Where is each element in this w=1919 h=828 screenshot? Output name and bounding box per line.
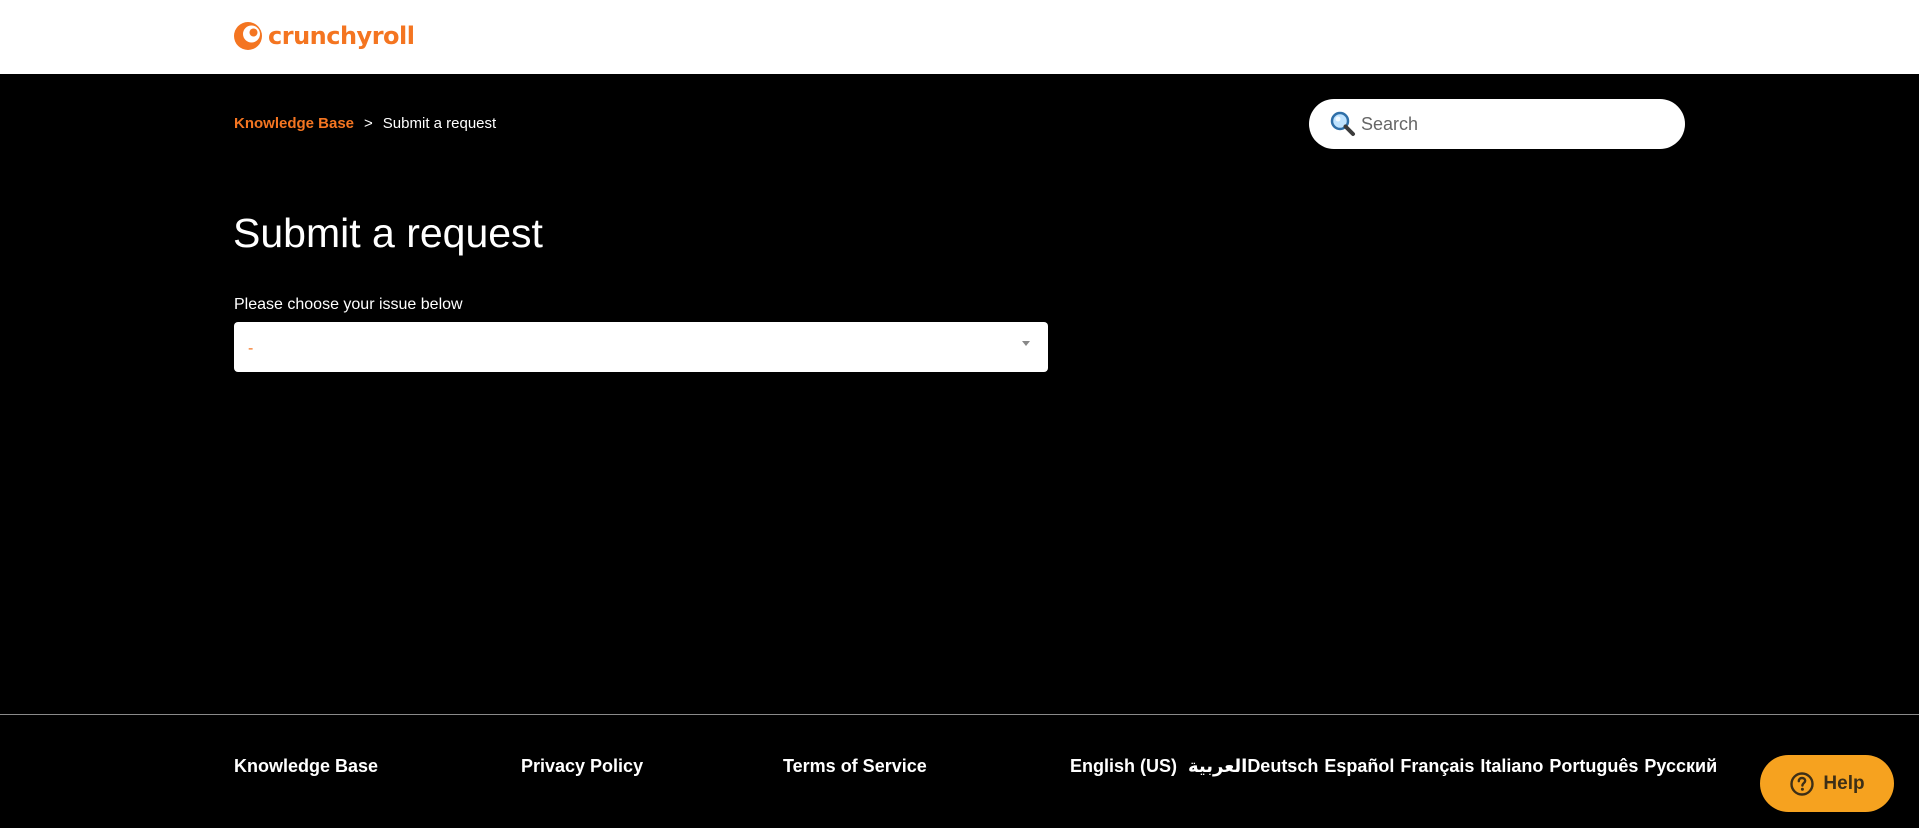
question-circle-icon	[1790, 771, 1815, 796]
breadcrumb: Knowledge Base > Submit a request	[234, 115, 496, 132]
footer-privacy-policy-link[interactable]: Privacy Policy	[521, 756, 643, 777]
footer-knowledge-base-link[interactable]: Knowledge Base	[234, 756, 378, 777]
language-russian[interactable]: Русский	[1644, 756, 1717, 777]
site-header: crunchyroll	[0, 0, 1919, 74]
help-button[interactable]: Help	[1760, 755, 1894, 812]
footer-divider	[0, 714, 1919, 715]
breadcrumb-current: Submit a request	[382, 115, 497, 132]
search-icon	[1330, 111, 1355, 136]
footer-terms-of-service-link[interactable]: Terms of Service	[783, 756, 927, 777]
search-input[interactable]	[1359, 112, 1659, 136]
breadcrumb-separator: >	[364, 115, 373, 132]
help-button-label: Help	[1823, 772, 1865, 794]
language-portuguese[interactable]: Português	[1549, 756, 1638, 777]
issue-select[interactable]: -	[234, 322, 1048, 372]
breadcrumb-knowledge-base-link[interactable]: Knowledge Base	[234, 115, 354, 132]
language-selector: English (US) العربية Deutsch Español Fra…	[1070, 756, 1717, 777]
language-spanish[interactable]: Español	[1324, 756, 1394, 777]
crunchyroll-logo[interactable]: crunchyroll	[233, 20, 415, 52]
chevron-down-icon	[1022, 341, 1030, 346]
issue-select-value: -	[248, 340, 254, 357]
crunchyroll-logo-icon	[234, 22, 262, 50]
logo-wordmark: crunchyroll	[268, 22, 415, 50]
language-german[interactable]: Deutsch	[1247, 756, 1318, 777]
issue-select-label: Please choose your issue below	[234, 296, 463, 313]
search-box[interactable]	[1309, 99, 1685, 149]
language-french[interactable]: Français	[1400, 756, 1474, 777]
page-title: Submit a request	[233, 210, 543, 256]
language-arabic[interactable]: العربية	[1188, 756, 1247, 777]
language-english[interactable]: English (US)	[1070, 756, 1177, 777]
language-italian[interactable]: Italiano	[1480, 756, 1543, 777]
